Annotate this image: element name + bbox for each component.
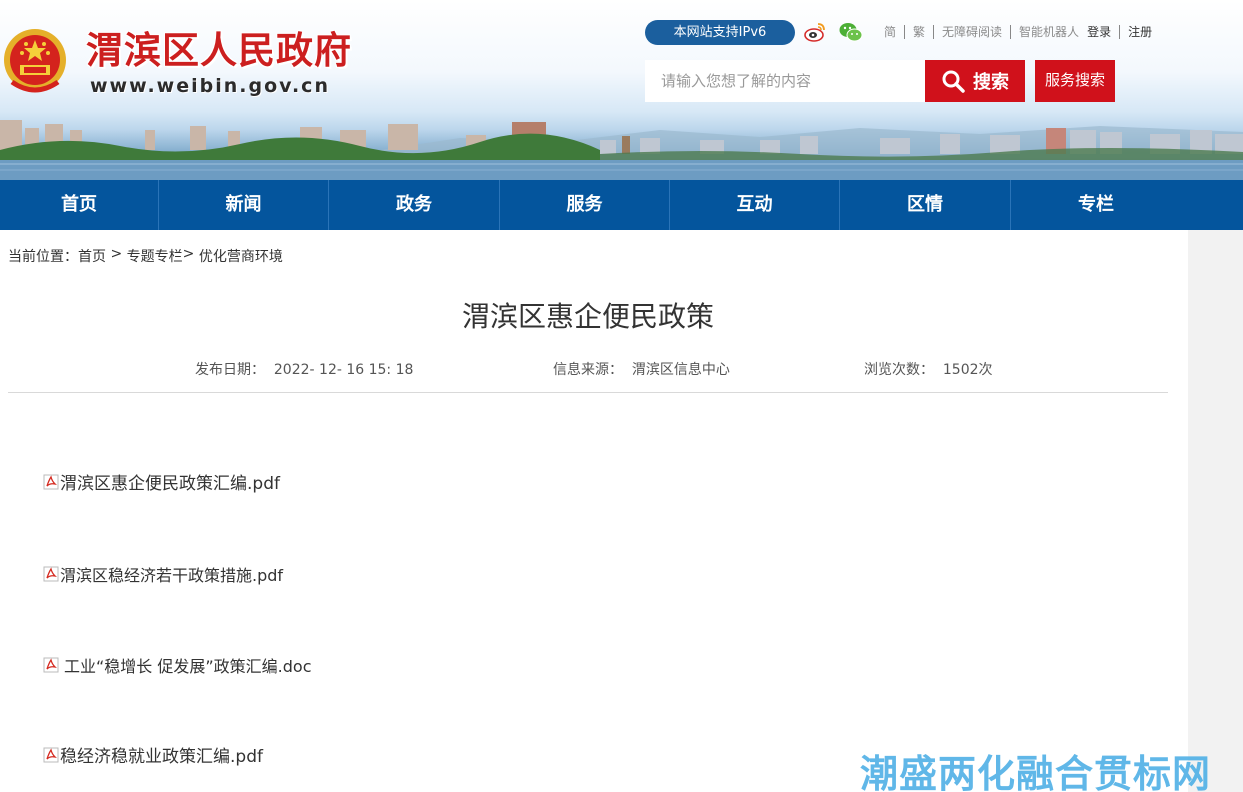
pdf-icon — [43, 474, 59, 489]
article-title: 渭滨区惠企便民政策 — [461, 300, 714, 333]
right-gutter — [1188, 230, 1243, 792]
register-link[interactable]: 注册 — [1119, 25, 1160, 39]
traditional-link[interactable]: 繁 — [904, 25, 933, 39]
watermark: 潮盛两化融合贯标网 — [860, 752, 1212, 792]
site-header: 渭滨区人民政府 www.weibin.gov.cn 本网站支持IPv6 简 繁 … — [0, 0, 1243, 180]
accessibility-link[interactable]: 无障碍阅读 — [933, 25, 1010, 39]
wechat-icon[interactable] — [838, 21, 863, 43]
breadcrumb-section[interactable]: 专题专栏 — [127, 246, 183, 266]
breadcrumb: 当前位置： 首页 > 专题专栏 > 优化营商环境 — [8, 246, 283, 266]
pdf-icon — [43, 566, 59, 582]
nav-item-interaction[interactable]: 互动 — [670, 180, 840, 230]
ipv6-badge: 本网站支持IPv6 — [645, 20, 795, 45]
breadcrumb-separator: > — [106, 246, 127, 262]
file-link[interactable]: 渭滨区稳经济若干政策措施.pdf — [43, 562, 283, 586]
top-links: 简 繁 无障碍阅读 智能机器人 登录 注册 — [876, 24, 1160, 40]
file-link[interactable]: 工业“稳增长 促发展”政策汇编.doc — [43, 653, 312, 677]
robot-link[interactable]: 智能机器人 — [1010, 25, 1087, 39]
national-emblem-icon — [4, 29, 66, 93]
publish-date: 发布日期： 2022- 12- 16 15: 18 — [195, 362, 414, 378]
breadcrumb-current[interactable]: 优化营商环境 — [199, 246, 283, 266]
nav-item-columns[interactable]: 专栏 — [1011, 180, 1181, 230]
breadcrumb-separator: > — [182, 246, 199, 262]
file-link[interactable]: 稳经济稳就业政策汇编.pdf — [43, 742, 263, 767]
pdf-icon — [43, 657, 59, 673]
pdf-icon — [43, 747, 59, 762]
site-url: www.weibin.gov.cn — [90, 75, 330, 97]
breadcrumb-label: 当前位置： — [8, 249, 78, 265]
nav-item-news[interactable]: 新闻 — [159, 180, 329, 230]
file-name[interactable]: 渭滨区稳经济若干政策措施.pdf — [60, 562, 283, 586]
file-name[interactable]: 工业“稳增长 促发展”政策汇编.doc — [64, 653, 312, 677]
file-name[interactable]: 稳经济稳就业政策汇编.pdf — [60, 742, 263, 767]
nav-item-district-info[interactable]: 区情 — [840, 180, 1011, 230]
simplified-link[interactable]: 简 — [876, 25, 904, 39]
login-link[interactable]: 登录 — [1087, 25, 1119, 39]
main-nav: 首页 新闻 政务 服务 互动 区情 专栏 — [0, 180, 1243, 230]
search-button-label: 搜索 — [973, 72, 1009, 92]
breadcrumb-home[interactable]: 首页 — [78, 246, 106, 266]
search-button[interactable]: 搜索 — [925, 60, 1025, 102]
divider — [8, 392, 1168, 393]
search-input[interactable] — [645, 60, 925, 102]
nav-item-government[interactable]: 政务 — [329, 180, 500, 230]
file-link[interactable]: 渭滨区惠企便民政策汇编.pdf — [43, 469, 280, 494]
nav-item-services[interactable]: 服务 — [500, 180, 670, 230]
view-count: 浏览次数： 1502次 — [864, 362, 993, 378]
site-title[interactable]: 渭滨区人民政府 — [86, 28, 352, 72]
weibo-icon[interactable] — [804, 21, 826, 43]
nav-item-home[interactable]: 首页 — [0, 180, 159, 230]
info-source: 信息来源： 渭滨区信息中心 — [553, 362, 730, 378]
file-name[interactable]: 渭滨区惠企便民政策汇编.pdf — [60, 469, 280, 494]
service-search-button[interactable]: 服务搜索 — [1035, 60, 1115, 102]
search-icon — [942, 70, 965, 93]
